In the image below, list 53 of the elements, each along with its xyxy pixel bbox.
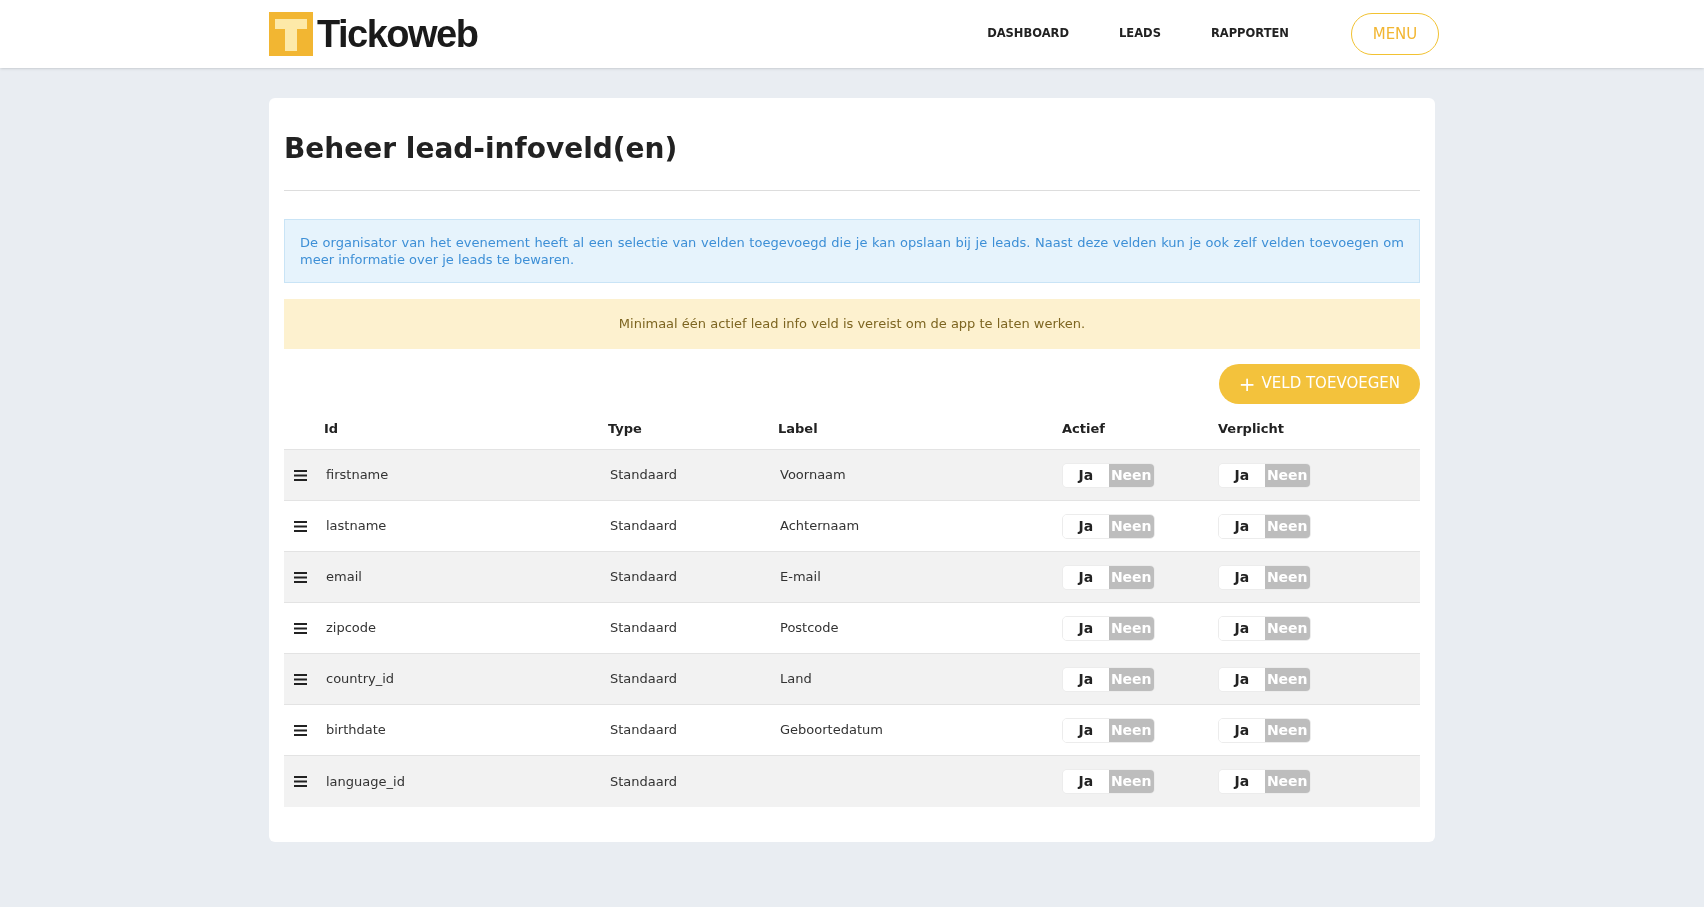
drag-handle-icon[interactable] [294,622,307,634]
table-cell: Postcode [780,620,839,636]
table-cell: country_id [326,671,395,687]
drag-handle-icon[interactable] [294,469,307,481]
column-header: Verplicht [1218,420,1284,436]
logo-text: Tickoweb [317,15,478,53]
yes-toggle-option[interactable]: Ja [1219,463,1265,487]
warning-alert: Minimaal één actief lead info veld is vereist om de app te laten werken. [284,299,1420,349]
table-row[interactable]: birthdate Standaard Geboortedatum Ja Neen Ja Neen [284,704,1420,756]
table-cell: Standaard [610,620,678,636]
table-cell: Standaard [610,773,678,789]
yes-toggle-option[interactable]: Ja [1063,769,1109,793]
yes-toggle-option[interactable]: Ja [1063,667,1109,691]
drag-handle-icon[interactable] [294,673,307,685]
yes-toggle-option[interactable]: Ja [1063,565,1109,589]
table-cell: Achternaam [780,518,860,534]
yes-toggle-option[interactable]: Ja [1219,667,1265,691]
yes-toggle-option[interactable]: Ja [1219,769,1265,793]
table-cell: language_id [326,773,405,789]
table-row[interactable]: zipcode Standaard Postcode Ja Neen Ja Neen [284,602,1420,654]
column-header: Label [778,420,818,436]
drag-handle-icon[interactable] [294,775,307,787]
yes-toggle-option[interactable]: Ja [1063,463,1109,487]
plus-icon: + [1238,373,1256,394]
page-title: Beheer lead-infoveld(en) [284,128,1420,191]
drag-handle-icon[interactable] [294,520,307,532]
table-cell: Standaard [610,722,678,738]
table-cell: birthdate [326,722,386,738]
table-cell: Standaard [610,569,678,585]
info-alert: De organisator van het evenement heeft al een selectie van velden toegevoegd die je kan opslaan bij je leads. Naast deze velden kun je ook zelf velden toevoegen om meer informatie over je leads te bewaren. [284,219,1420,283]
nav-link[interactable]: LEADS [1119,25,1161,43]
table-row[interactable]: lastname Standaard Achternaam Ja Neen Ja Neen [284,500,1420,552]
yes-toggle-option[interactable]: Ja [1219,565,1265,589]
column-header: Actief [1062,420,1105,436]
table-cell: firstname [326,467,389,483]
table-cell: zipcode [326,620,377,636]
table-cell: Land [780,671,812,687]
table-row[interactable]: language_id Standaard Ja Neen Ja Neen [284,755,1420,807]
nav-link[interactable]: RAPPORTEN [1210,25,1289,43]
table-cell: E-mail [780,569,821,585]
table-cell: Standaard [610,671,678,687]
column-header: Id [324,420,339,436]
nav-link[interactable]: DASHBOARD [987,25,1069,43]
table-cell: Voornaam [780,467,846,483]
drag-handle-icon[interactable] [294,571,307,583]
drag-handle-icon[interactable] [294,724,307,736]
logo-icon [269,12,313,56]
table-cell: Standaard [610,467,678,483]
table-cell: Standaard [610,518,678,534]
table-cell: email [326,569,362,585]
table-cell: lastname [326,518,387,534]
column-header: Type [608,420,642,436]
table-cell: Geboortedatum [780,722,883,738]
